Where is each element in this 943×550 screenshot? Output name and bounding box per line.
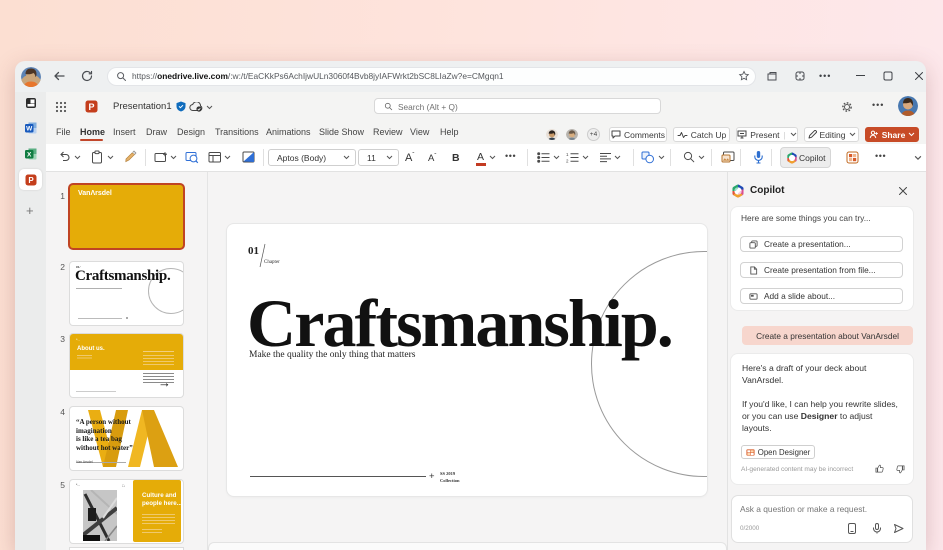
svg-text:W: W (26, 126, 33, 133)
svg-text:2: 2 (566, 159, 569, 164)
svg-text:1: 1 (566, 152, 569, 157)
svg-text:X: X (27, 152, 32, 159)
svg-text:P: P (28, 176, 34, 185)
svg-text:P: P (88, 102, 94, 112)
